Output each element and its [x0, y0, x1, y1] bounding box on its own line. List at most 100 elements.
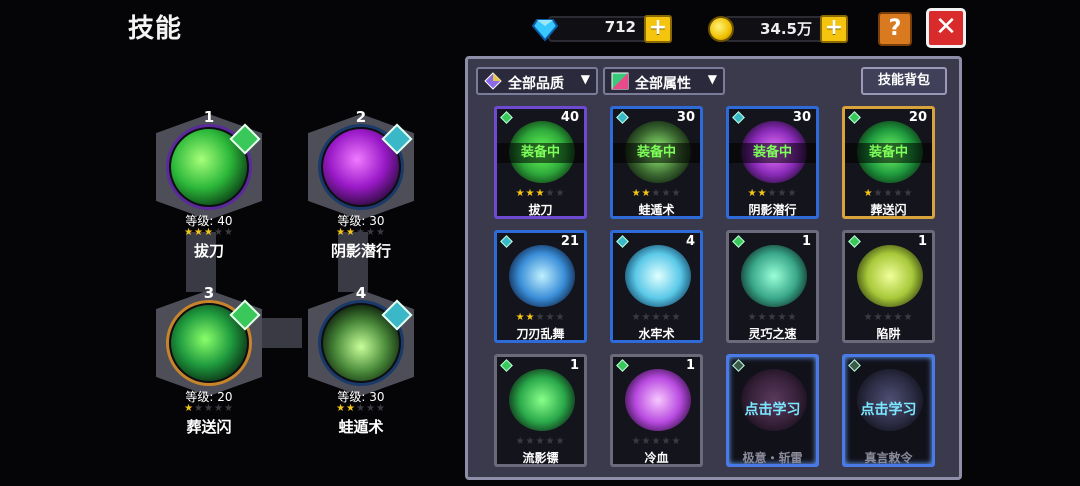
equip-slot-2[interactable]: 2 等级: 30 ★★★★★ 阴影潜行 — [296, 108, 426, 260]
equipped-tag: 装备中 — [613, 143, 700, 163]
skill-name: 葬送闪 — [870, 203, 907, 217]
skill-stars: ★★★★★ — [863, 312, 914, 323]
element-diamond-icon — [500, 235, 513, 248]
equip-slot-1[interactable]: 1 等级: 40 ★★★★★ 拔刀 — [144, 108, 274, 260]
close-button[interactable]: ✕ — [926, 8, 966, 48]
element-diamond-icon — [732, 111, 745, 124]
slot-skill-name: 拔刀 — [193, 242, 224, 260]
slot-skill-name: 阴影潜行 — [330, 242, 391, 260]
skill-inventory-panel: 全部品质 ▼ 全部属性 ▼ 技能背包 40 装备中 ★★★★★ 拔刀 30 装备… — [465, 56, 962, 480]
slot-number: 1 — [203, 108, 215, 126]
attribute-filter-dropdown[interactable]: 全部属性 ▼ — [603, 67, 725, 95]
skill-art — [509, 369, 575, 431]
element-diamond-icon — [616, 235, 629, 248]
skill-stars: ★★★★★ — [515, 312, 566, 323]
skill-stars: ★★★★★ — [747, 188, 798, 199]
skill-name: 刀刃乱舞 — [516, 327, 565, 341]
skill-count: 1 — [569, 358, 579, 373]
gold-value: 34.5万 — [759, 20, 812, 38]
skill-stars: ★★★★★ — [631, 436, 682, 447]
skill-count: 4 — [685, 234, 695, 249]
skill-card[interactable]: 21 ★★★★★ 刀刃乱舞 — [494, 230, 587, 343]
element-diamond-icon — [500, 359, 513, 372]
slot-stars: ★★★★★ — [184, 227, 234, 238]
element-diamond-icon — [732, 359, 745, 372]
element-diamond-icon — [616, 111, 629, 124]
learnable-skill-card[interactable]: 点击学习 真言敕令 — [842, 354, 935, 467]
click-to-learn-label: 点击学习 — [744, 402, 801, 418]
skill-card[interactable]: 4 ★★★★★ 水牢术 — [610, 230, 703, 343]
quality-filter-dropdown[interactable]: 全部品质 ▼ — [476, 67, 598, 95]
coin-icon — [708, 16, 734, 42]
skill-art — [509, 245, 575, 307]
skill-art — [857, 245, 923, 307]
slot-number: 2 — [355, 108, 367, 126]
element-diamond-icon — [848, 359, 861, 372]
skill-count: 1 — [685, 358, 695, 373]
skill-count: 1 — [801, 234, 811, 249]
equipped-tag: 装备中 — [845, 143, 932, 163]
gold-counter: 34.5万 + — [708, 14, 848, 44]
skill-card[interactable]: 1 ★★★★★ 陷阱 — [842, 230, 935, 343]
element-diamond-icon — [616, 359, 629, 372]
element-diamond-icon — [848, 235, 861, 248]
gem-counter: 712 + — [532, 14, 672, 44]
skill-card[interactable]: 30 装备中 ★★★★★ 阴影潜行 — [726, 106, 819, 219]
learnable-skill-card[interactable]: 点击学习 极意・斩雷 — [726, 354, 819, 467]
diamond-icon — [532, 19, 558, 42]
add-gems-button[interactable]: + — [644, 15, 672, 43]
element-diamond-icon — [732, 235, 745, 248]
chevron-down-icon: ▼ — [707, 72, 717, 86]
slot-stars: ★★★★★ — [336, 227, 386, 238]
click-to-learn-label: 点击学习 — [860, 402, 917, 418]
skill-name: 冷血 — [644, 451, 669, 465]
slot-stars: ★★★★★ — [184, 403, 234, 414]
skill-art — [741, 245, 807, 307]
skill-name: 陷阱 — [876, 327, 901, 341]
skill-name: 真言敕令 — [864, 451, 913, 465]
skill-count: 20 — [908, 110, 927, 125]
skill-card[interactable]: 1 ★★★★★ 流影镖 — [494, 354, 587, 467]
skill-stars: ★★★★★ — [515, 188, 566, 199]
skill-stars: ★★★★★ — [631, 188, 682, 199]
quality-gem-icon — [484, 72, 502, 90]
skill-bag-button[interactable]: 技能背包 — [861, 67, 947, 95]
page-title: 技能 — [128, 14, 183, 44]
skill-art — [625, 369, 691, 431]
skill-name: 阴影潜行 — [748, 203, 797, 217]
slot-skill-name: 葬送闪 — [186, 418, 232, 436]
chevron-down-icon: ▼ — [580, 72, 590, 86]
equip-slot-4[interactable]: 4 等级: 30 ★★★★★ 蛙遁术 — [296, 284, 426, 436]
skill-card[interactable]: 20 装备中 ★★★★★ 葬送闪 — [842, 106, 935, 219]
skill-card[interactable]: 30 装备中 ★★★★★ 蛙遁术 — [610, 106, 703, 219]
skill-count: 30 — [676, 110, 695, 125]
slot-number: 4 — [355, 284, 367, 302]
skill-name: 拔刀 — [528, 203, 553, 217]
slot-stars: ★★★★★ — [336, 403, 386, 414]
skill-art — [625, 245, 691, 307]
attribute-filter-label: 全部属性 — [635, 76, 691, 92]
help-button[interactable]: ? — [878, 12, 912, 46]
quality-filter-label: 全部品质 — [508, 76, 564, 92]
skill-card[interactable]: 40 装备中 ★★★★★ 拔刀 — [494, 106, 587, 219]
add-gold-button[interactable]: + — [820, 15, 848, 43]
skill-card[interactable]: 1 ★★★★★ 冷血 — [610, 354, 703, 467]
skill-stars: ★★★★★ — [631, 312, 682, 323]
equip-slot-3[interactable]: 3 等级: 20 ★★★★★ 葬送闪 — [144, 284, 274, 436]
skill-count: 1 — [917, 234, 927, 249]
skill-card[interactable]: 1 ★★★★★ 灵巧之速 — [726, 230, 819, 343]
slot-skill-name: 蛙遁术 — [338, 418, 384, 436]
skill-name: 蛙遁术 — [638, 203, 675, 217]
slot-number: 3 — [203, 284, 215, 302]
skill-count: 40 — [560, 110, 579, 125]
skill-name: 灵巧之速 — [748, 327, 797, 341]
gem-value: 712 — [604, 18, 636, 36]
equipped-tag: 装备中 — [729, 143, 816, 163]
element-diamond-icon — [500, 111, 513, 124]
skill-count: 30 — [792, 110, 811, 125]
skill-name: 流影镖 — [522, 451, 559, 465]
skill-stars: ★★★★★ — [747, 312, 798, 323]
skill-name: 水牢术 — [638, 327, 675, 341]
skill-stars: ★★★★★ — [863, 188, 914, 199]
element-diamond-icon — [848, 111, 861, 124]
